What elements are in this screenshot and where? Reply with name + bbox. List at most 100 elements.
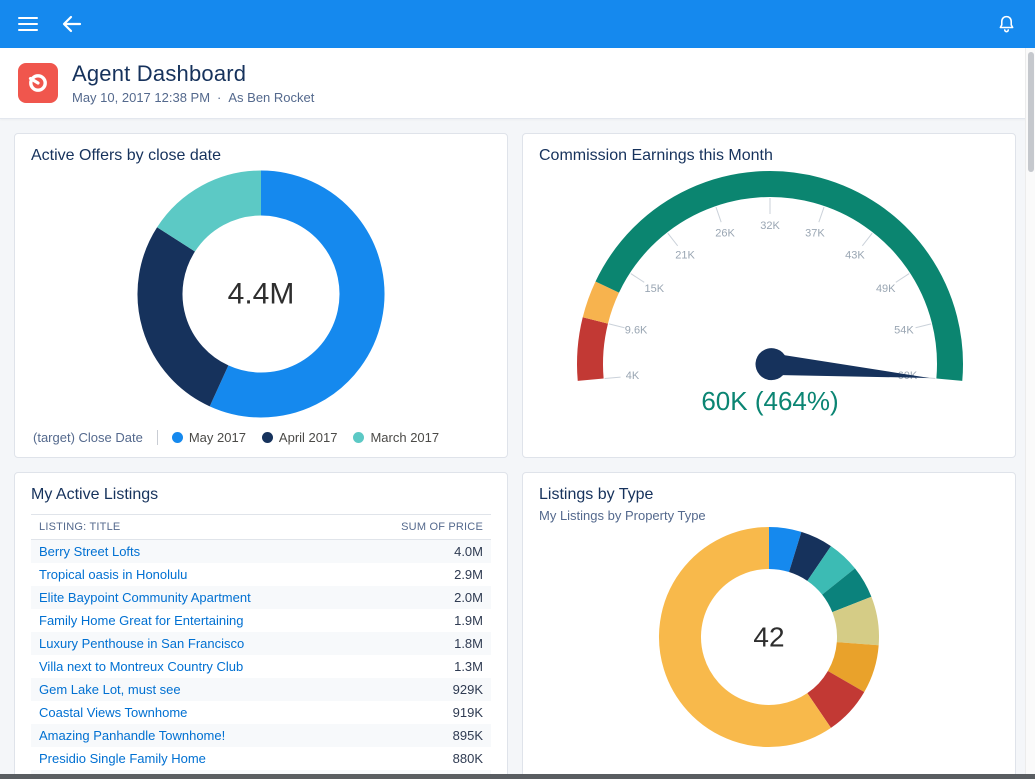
legend-item[interactable]: April 2017 [261,430,338,445]
gauge-band [577,317,609,381]
listing-price: 2.0M [454,590,483,605]
gauge-tick [861,232,873,247]
notifications-bell-icon[interactable] [996,14,1017,35]
listing-row: Gem Lake Lot, must see 929K [31,678,491,701]
legend-item[interactable]: May 2017 [171,430,246,445]
donut-slice[interactable] [832,596,879,646]
donut-slice[interactable] [806,546,855,596]
legend-item[interactable]: March 2017 [353,430,439,445]
gauge-tick [715,206,722,223]
donut-center-value: 4.4M [228,278,295,311]
card-title-active-offers: Active Offers by close date [31,147,222,164]
listing-price: 880K [452,751,483,766]
legend-divider [156,430,158,445]
donut-slice[interactable] [768,527,802,573]
legend-dot [261,432,273,443]
donut-slice[interactable] [788,531,831,582]
close-date-legend: (target) Close Date May 2017 April 2017 Ma… [31,430,491,445]
listing-price: 1.8M [454,636,483,651]
listing-link[interactable]: Coastal Views Townhome [39,705,187,720]
listing-link[interactable]: Family Home Great for Entertaining [39,613,243,628]
gauge-value-label: 60K (464%) [701,386,838,416]
listing-row: Tropical oasis in Honolulu 2.9M [31,563,491,586]
dashboard-icon [18,63,58,103]
commission-gauge-chart[interactable]: 4K9.6K15K21K26K32K37K43K49K54K60K60K (46… [539,168,1001,420]
legend-items: May 2017 April 2017 March 2017 [171,430,439,445]
gauge-tick-label: 9.6K [625,325,648,337]
gauge-tick-label: 4K [626,370,640,382]
dashboard-timestamp: May 10, 2017 12:38 PM [72,90,211,105]
listing-price: 2.9M [454,567,483,582]
gauge-tick [818,206,825,223]
dashboard-grid: Active Offers by close date 4.4M (target… [0,119,1035,779]
listing-link[interactable]: Tropical oasis in Honolulu [39,567,187,582]
legend-title: (target) Close Date [33,430,143,445]
donut-slice[interactable] [137,227,230,407]
listing-link[interactable]: Presidio Single Family Home [39,751,206,766]
legend-dot [353,432,365,443]
listing-price: 1.3M [454,659,483,674]
listing-link[interactable]: Villa next to Montreux Country Club [39,659,243,674]
gauge-tick-label: 43K [845,249,865,261]
gauge-tick-label: 21K [675,249,695,261]
listings-table: LISTING: TITLE SUM OF PRICE Berry Street… [31,514,491,779]
gauge-tick-label: 15K [644,283,664,295]
listing-row: Amazing Panhandle Townhome! 895K [31,724,491,747]
card-listings-by-type: Listings by Type My Listings by Property… [522,472,1016,779]
gauge-tick-label: 37K [805,228,825,240]
window-bottom-edge [0,774,1035,779]
donut-slice[interactable] [806,670,865,728]
scrollbar-thumb[interactable] [1028,52,1034,172]
menu-icon[interactable] [18,17,38,31]
listing-link[interactable]: Elite Baypoint Community Apartment [39,590,251,605]
listing-price: 895K [452,728,483,743]
gauge-tick [667,232,679,247]
gauge-tick-label: 49K [876,283,896,295]
page-scrollbar[interactable] [1025,48,1035,774]
listing-price: 919K [452,705,483,720]
gauge-tick-label: 54K [894,325,914,337]
listing-price: 4.0M [454,544,483,559]
page-title: Agent Dashboard [72,61,247,86]
subtitle-separator: · [217,90,222,105]
active-offers-donut-chart[interactable]: 4.4M [41,168,481,420]
card-my-active-listings: My Active Listings LISTING: TITLE SUM OF… [14,472,508,779]
gauge-tick-label: 26K [715,228,735,240]
card-title-by-type: Listings by Type [539,486,654,503]
listings-table-header: LISTING: TITLE SUM OF PRICE [31,514,491,540]
listing-row: Elite Baypoint Community Apartment 2.0M [31,586,491,609]
legend-label: March 2017 [370,430,440,445]
donut-slice[interactable] [827,641,879,692]
gauge-tick [604,376,621,379]
listing-link[interactable]: Luxury Penthouse in San Francisco [39,636,244,651]
gauge-tick [630,273,645,283]
listings-by-type-donut-chart[interactable]: 42 [549,524,989,750]
listing-link[interactable]: Amazing Panhandle Townhome! [39,728,225,743]
back-arrow-icon[interactable] [60,12,84,36]
dashboard-header: Agent Dashboard May 10, 2017 12:38 PM · … [0,48,1035,119]
listing-row: Family Home Great for Entertaining 1.9M [31,609,491,632]
donut-center-value: 42 [753,622,784,653]
listing-price: 929K [452,682,483,697]
listing-row: Coastal Views Townhome 919K [31,701,491,724]
legend-label: April 2017 [278,430,338,445]
running-user: As Ben Rocket [228,90,315,105]
donut-slice[interactable] [821,568,872,613]
listing-price: 1.9M [454,613,483,628]
global-nav-bar [0,0,1035,48]
listing-link[interactable]: Gem Lake Lot, must see [39,682,181,697]
card-subtitle-by-type: My Listings by Property Type [539,508,706,523]
gauge-tick-label: 32K [760,220,780,232]
card-commission-earnings: Commission Earnings this Month 4K 9.6K 15K… [522,133,1016,458]
gauge-tick [915,323,932,329]
card-title-listings: My Active Listings [31,486,159,503]
legend-dot [171,432,183,443]
column-header-price: SUM OF PRICE [352,514,491,540]
listing-row: Luxury Penthouse in San Francisco 1.8M [31,632,491,655]
gauge-tick [608,323,625,329]
donut-slice[interactable] [157,170,262,253]
listing-row: Villa next to Montreux Country Club 1.3M [31,655,491,678]
listing-row: Presidio Single Family Home 880K [31,747,491,770]
listing-link[interactable]: Berry Street Lofts [39,544,140,559]
legend-label: May 2017 [188,430,246,445]
